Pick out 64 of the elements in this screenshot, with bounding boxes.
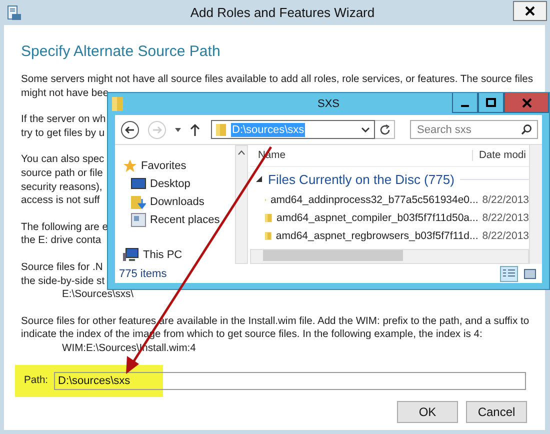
file-name: amd64_addinprocess32_b77a5c561934e0... [270,194,478,206]
body-text: source path or file [21,166,103,181]
example-path: E:\Sources\sxs\ [61,288,134,302]
window-title: Add Roles and Features Wizard [189,5,376,20]
file-row[interactable]: amd64_aspnet_compiler_b03f5f7f11d50a... 8/22/2013 [250,209,529,227]
server-icon [6,4,22,20]
scroll-up-icon[interactable] [238,150,245,155]
scrollbar[interactable] [529,145,542,264]
preview-icon [524,268,536,278]
minimize-icon [461,104,469,106]
back-icon[interactable] [120,120,140,140]
body-text: You can also spec [21,153,104,167]
body-text: security reasons), [21,180,102,194]
path-label: Path: [24,375,50,386]
body-text: access is not suff [21,194,100,208]
cancel-button[interactable]: Cancel [466,400,527,422]
file-row[interactable]: amd64_aspnet_regbrowsers_b03f5f7f11d... 8/22/2013 [250,227,529,245]
up-arrow-icon[interactable] [189,122,201,136]
file-date: 8/22/2013 [482,194,529,206]
nav-item[interactable]: This PC [123,246,235,264]
scrollbar[interactable] [235,145,248,264]
star-icon [123,159,137,173]
body-text: If the server on wh [21,113,106,127]
nav-item[interactable]: Downloads [123,193,235,211]
body-text: Some servers might not have all source files available to add all roles, role services, or features. The source files [21,73,534,87]
minimize-button[interactable] [452,93,478,113]
search-field[interactable]: Search sxs [410,120,538,139]
body-text: the E: drive conta [21,234,102,248]
caret-icon[interactable] [174,126,182,132]
nav-item[interactable]: Recent places [123,211,235,229]
refresh-icon [378,124,390,136]
group-heading[interactable]: Files Currently on the Disc (775) [268,172,454,186]
file-date: 8/22/2013 [482,212,529,224]
scrollbar[interactable] [250,249,529,264]
maximize-icon [486,98,496,108]
list-icon [503,268,515,278]
file-date: 8/22/2013 [482,230,529,242]
maximize-button[interactable] [478,93,504,113]
close-icon [525,6,535,16]
body-text: Source files for .N [21,260,103,275]
details-view-button[interactable] [500,266,518,282]
search-icon [521,124,532,135]
monitor-icon [131,178,146,190]
collapse-icon[interactable] [256,176,262,182]
path-field[interactable]: D:\sources\sxs [54,372,526,390]
chevron-down-icon[interactable] [361,126,370,132]
window-title: SXS [318,98,340,110]
download-folder-icon [131,194,146,210]
file-name: amd64_aspnet_compiler_b03f5f7f11d50a... [276,212,478,224]
file-row[interactable]: amd64_addinprocess32_b77a5c561934e0... 8/22/2013 [250,191,529,209]
refresh-button[interactable] [375,120,395,139]
body-text: try to get files by u [21,126,105,140]
file-name: amd64_aspnet_regbrowsers_b03f5f7f11d... [276,230,478,242]
item-count: 775 items [119,268,167,280]
body-text: the side-by-side st [21,274,105,288]
ok-button[interactable]: OK [397,400,458,422]
page-heading: Specify Alternate Source Path [21,43,222,60]
nav-item[interactable]: Desktop [123,175,235,193]
close-icon [522,98,532,108]
address-text: D:\sources\sxs [231,122,306,136]
close-button[interactable] [513,0,547,20]
nav-item[interactable]: Favorites [123,157,235,175]
computer-icon [123,248,139,262]
recent-places-icon [131,213,146,227]
